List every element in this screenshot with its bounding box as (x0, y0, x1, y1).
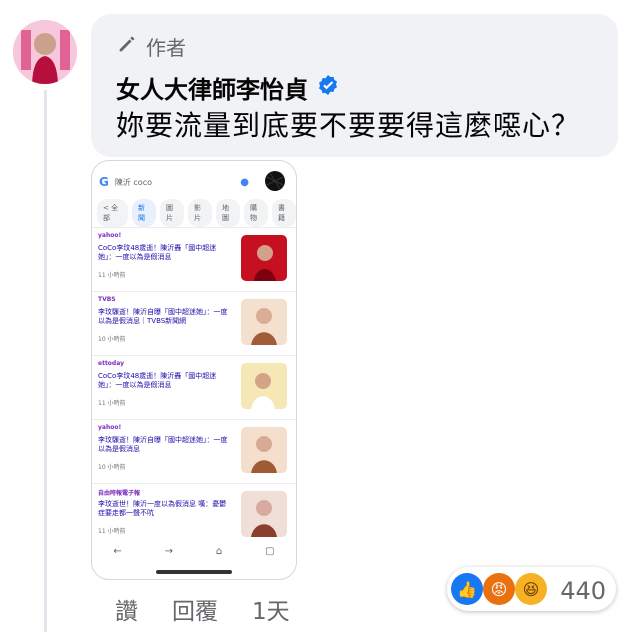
tab-videos: 影片 (187, 199, 212, 227)
news-title: 李玟驟逝！陳沂自曝「國中超迷她」：一度以為是假消息 (98, 436, 228, 453)
news-thumbnail (241, 427, 287, 473)
reaction-summary[interactable]: 👍 😡 😆 440 (447, 567, 616, 611)
redacted-avatar-icon (263, 169, 287, 195)
news-card: yahoo! CoCo李玟48歲逝！陳沂轟「國中超迷她」：一度以為是假消息 11… (92, 227, 296, 286)
news-source: yahoo! (98, 424, 122, 431)
news-card: ettoday CoCo李玟48歲逝！陳沂轟「國中超迷她」：一度以為是假消息 1… (92, 355, 296, 414)
angry-reaction-icon: 😡 (483, 573, 515, 605)
search-query: 陳沂 coco (114, 177, 152, 187)
microphone-icon: ● (240, 176, 249, 188)
news-source: yahoo! (98, 232, 122, 239)
news-title: CoCo李玟48歲逝！陳沂轟「國中超迷她」：一度以為是假消息 (98, 244, 217, 261)
news-time: 11 小時前 (98, 528, 126, 535)
news-title: 李玟逝世！陳沂一度以為假消息 嘆：憂鬱症要走都一聲不吭 (98, 500, 227, 517)
tab-all: < 全部 (97, 199, 128, 227)
author-name[interactable]: 女人大律師李怡貞 (116, 70, 308, 105)
news-time: 11 小時前 (98, 400, 126, 407)
thread-line (44, 90, 47, 632)
avatar[interactable] (13, 20, 77, 84)
news-card: 自由時報電子報 李玟逝世！陳沂一度以為假消息 嘆：憂鬱症要走都一聲不吭 11 小… (92, 483, 296, 542)
news-source: 自由時報電子報 (98, 490, 141, 497)
back-arrow-icon: ← (113, 545, 122, 557)
tab-shopping: 購物 (244, 199, 269, 227)
like-action[interactable]: 讚 (115, 592, 138, 626)
phone-nav: ← → ⌂ ▢ (92, 537, 296, 565)
news-card: TVBS 李玟驟逝！陳沂自曝「國中超迷她」：一度以為是假消息｜TVBS新聞網 1… (92, 291, 296, 350)
verified-check-icon (316, 73, 340, 103)
tabs-icon: ▢ (265, 545, 275, 557)
timestamp[interactable]: 1天 (252, 592, 290, 626)
news-thumbnail (241, 299, 287, 345)
news-thumbnail (241, 491, 287, 537)
home-indicator (156, 570, 232, 574)
tab-books: 書籍 (272, 199, 296, 227)
tab-images: 圖片 (159, 199, 184, 227)
reaction-count: 440 (560, 577, 606, 605)
author-row[interactable]: 女人大律師李怡貞 (116, 70, 340, 105)
pencil-icon (116, 33, 138, 60)
news-title: 李玟驟逝！陳沂自曝「國中超迷她」：一度以為是假消息｜TVBS新聞網 (98, 308, 228, 325)
search-tabs: < 全部 新聞 圖片 影片 地圖 購物 書籍 (97, 199, 296, 227)
news-thumbnail (241, 235, 287, 281)
news-source: ettoday (98, 360, 124, 367)
news-title: CoCo李玟48歲逝！陳沂轟「國中超迷她」：一度以為是假消息 (98, 372, 217, 389)
tab-maps: 地圖 (216, 199, 241, 227)
home-icon: ⌂ (215, 545, 223, 557)
comment-actions: 讚 回覆 1天 (115, 592, 290, 626)
news-thumbnail (241, 363, 287, 409)
haha-reaction-icon: 😆 (515, 573, 547, 605)
news-time: 10 小時前 (98, 336, 126, 343)
comment-text: 妳要流量到底要不要要得這麼噁心？ (116, 109, 581, 142)
reply-action[interactable]: 回覆 (172, 592, 218, 626)
tab-news: 新聞 (131, 199, 156, 227)
news-time: 10 小時前 (98, 464, 126, 471)
like-reaction-icon: 👍 (451, 573, 483, 605)
author-badge: 作者 (116, 32, 186, 61)
badge-label: 作者 (146, 36, 186, 60)
avatar-image (13, 20, 77, 84)
embedded-screenshot[interactable]: G 陳沂 coco ● < 全部 新聞 圖片 影片 地圖 購物 書籍 yahoo… (91, 160, 297, 580)
search-bar: G 陳沂 coco ● (99, 171, 287, 193)
news-card: yahoo! 李玟驟逝！陳沂自曝「國中超迷她」：一度以為是假消息 10 小時前 (92, 419, 296, 478)
forward-arrow-icon: → (164, 545, 174, 557)
news-source: TVBS (98, 296, 116, 303)
google-logo: G (99, 175, 109, 189)
news-time: 11 小時前 (98, 272, 126, 279)
